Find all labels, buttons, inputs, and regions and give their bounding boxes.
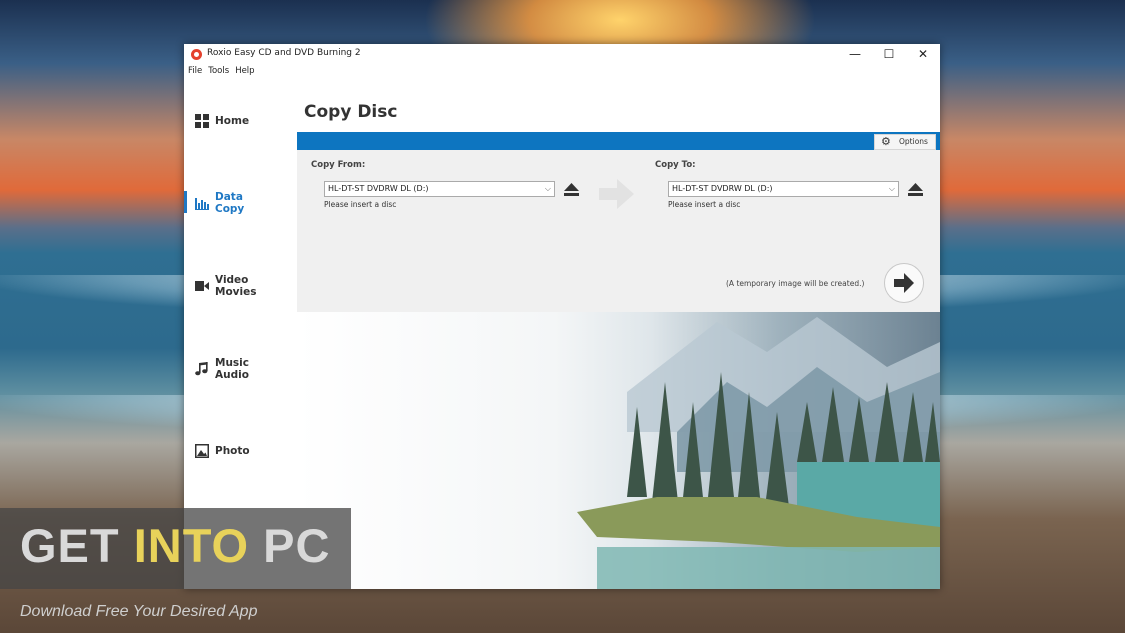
watermark-subtitle: Download Free Your Desired App xyxy=(20,603,258,620)
arrow-right-icon xyxy=(599,179,634,209)
eject-to-icon[interactable] xyxy=(907,181,924,197)
sidebar-item-photo[interactable]: Photo xyxy=(184,429,297,473)
photo-icon xyxy=(195,444,209,458)
sidebar-item-label: Video Movies xyxy=(215,274,257,298)
copy-from-hint: Please insert a disc xyxy=(324,200,397,209)
close-button[interactable]: ✕ xyxy=(906,45,940,63)
bar-chart-icon xyxy=(195,198,209,210)
menu-tools[interactable]: Tools xyxy=(208,66,229,76)
roxio-app-icon xyxy=(191,49,202,60)
maximize-button[interactable]: ☐ xyxy=(872,45,906,63)
sidebar-item-home[interactable]: Home xyxy=(184,99,297,143)
sidebar-item-music-audio[interactable]: Music Audio xyxy=(184,347,297,391)
watermark-title-highlight: INTO xyxy=(133,519,250,572)
menu-help[interactable]: Help xyxy=(235,66,254,76)
watermark-title-part1: GET xyxy=(20,519,134,572)
copy-to-hint: Please insert a disc xyxy=(668,200,741,209)
watermark-title: GET INTO PC xyxy=(20,518,330,573)
chevron-down-icon: ⌵ xyxy=(544,184,551,193)
lake-landscape-image xyxy=(577,317,940,589)
sidebar-item-data-copy[interactable]: Data Copy xyxy=(184,181,297,225)
arrow-right-icon xyxy=(894,273,914,293)
copy-from-drive-value: HL-DT-ST DVDRW DL (D:) xyxy=(328,184,429,193)
grid-icon xyxy=(195,114,209,128)
page-title: Copy Disc xyxy=(304,102,398,122)
gear-icon: ⚙ xyxy=(881,135,891,148)
menu-file[interactable]: File xyxy=(188,66,202,76)
options-button[interactable]: ⚙ Options xyxy=(874,134,936,150)
copy-to-drive-select[interactable]: HL-DT-ST DVDRW DL (D:) ⌵ xyxy=(668,181,899,197)
eject-from-icon[interactable] xyxy=(563,181,580,197)
video-camera-icon xyxy=(195,281,209,291)
copy-from-drive-select[interactable]: HL-DT-ST DVDRW DL (D:) ⌵ xyxy=(324,181,555,197)
sidebar-item-label: Photo xyxy=(215,445,250,457)
sidebar-item-label: Home xyxy=(215,115,250,127)
sidebar-item-video-movies[interactable]: Video Movies xyxy=(184,264,297,308)
sidebar-item-label: Data Copy xyxy=(215,191,245,215)
start-copy-button[interactable] xyxy=(884,263,924,303)
copy-to-label: Copy To: xyxy=(655,160,696,170)
window-title: Roxio Easy CD and DVD Burning 2 xyxy=(207,48,361,58)
music-note-icon xyxy=(195,362,208,376)
title-bar[interactable]: Roxio Easy CD and DVD Burning 2 — ☐ ✕ xyxy=(184,44,940,64)
copy-to-drive-value: HL-DT-ST DVDRW DL (D:) xyxy=(672,184,773,193)
minimize-button[interactable]: — xyxy=(838,45,872,63)
background-scene xyxy=(297,312,940,589)
options-label: Options xyxy=(899,137,928,146)
sidebar-item-label: Music Audio xyxy=(215,357,249,381)
menu-bar: File Tools Help xyxy=(184,66,257,80)
chevron-down-icon: ⌵ xyxy=(888,184,895,193)
watermark-title-part2: PC xyxy=(249,519,331,572)
copy-from-label: Copy From: xyxy=(311,160,366,170)
header-bar: ⚙ Options xyxy=(297,132,940,150)
copy-disc-panel: ⚙ Options Copy From: HL-DT-ST DVDRW DL (… xyxy=(297,132,940,312)
temporary-image-note: (A temporary image will be created.) xyxy=(726,279,865,288)
